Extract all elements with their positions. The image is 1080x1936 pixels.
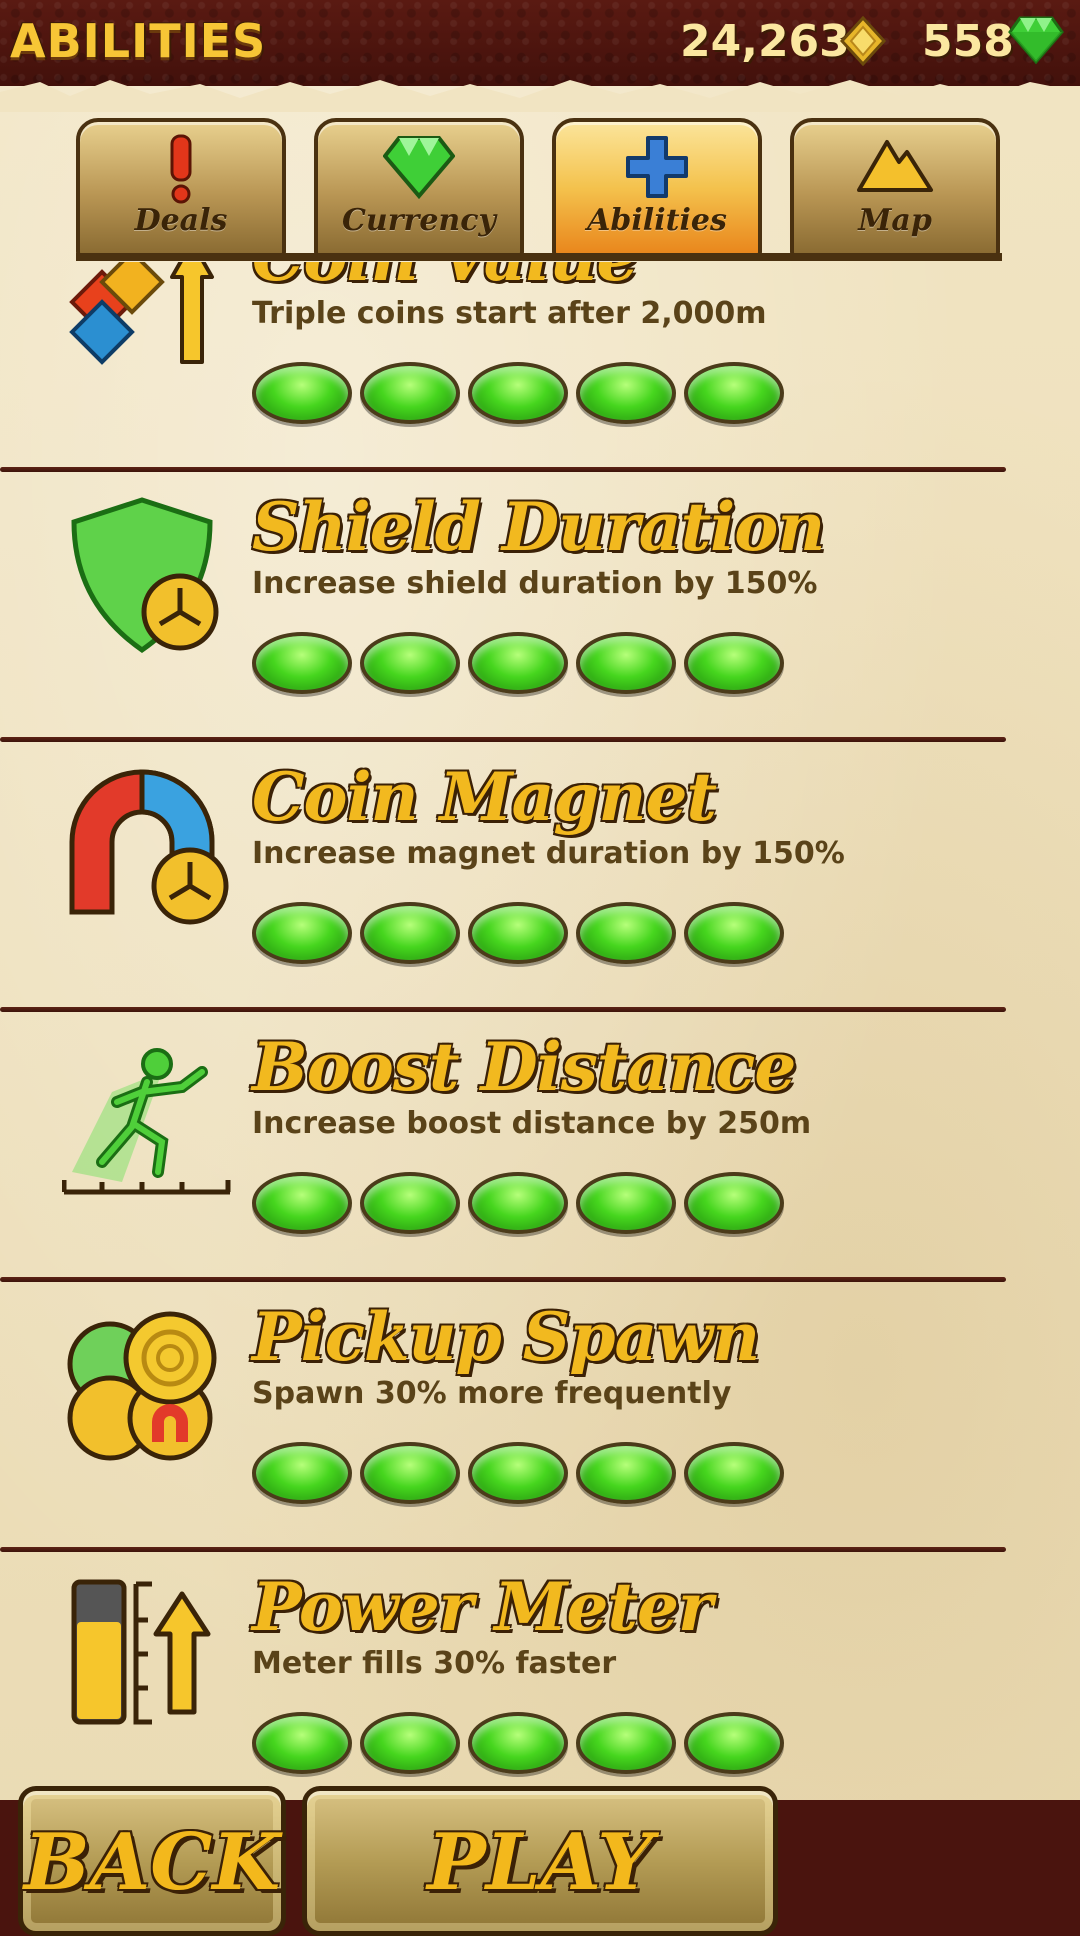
torn-edge [0, 80, 1080, 112]
gold-coin-icon [840, 16, 886, 66]
ability-row-pickup-spawn[interactable]: Pickup Spawn Spawn 30% more frequently [0, 1282, 1080, 1552]
level-pip [684, 1172, 784, 1234]
level-pip [468, 1172, 568, 1234]
ability-row-shield-duration[interactable]: Shield Duration Increase shield duration… [0, 472, 1080, 742]
level-pip [684, 362, 784, 424]
running-man-icon [62, 1048, 231, 1195]
level-pip [576, 362, 676, 424]
tab-map[interactable]: Map [790, 118, 1000, 258]
abilities-list[interactable]: Coin Value Triple coins start after 2,00… [0, 262, 1080, 1792]
level-pip [468, 362, 568, 424]
level-pip [576, 902, 676, 964]
ability-title: Pickup Spawn [252, 1298, 760, 1376]
gem-icon [383, 136, 455, 200]
level-pip [576, 1172, 676, 1234]
level-pip [360, 362, 460, 424]
level-pip [684, 1712, 784, 1774]
gem-count: 558 [922, 15, 1014, 67]
tab-underline [76, 253, 1002, 261]
ability-row-coin-value[interactable]: Coin Value Triple coins start after 2,00… [0, 262, 1080, 472]
level-pip [252, 1712, 352, 1774]
level-pip [468, 902, 568, 964]
green-gem-icon [1008, 16, 1064, 64]
play-button[interactable]: PLAY [302, 1786, 778, 1936]
level-pip [576, 1712, 676, 1774]
ability-title: Power Meter [252, 1568, 713, 1646]
ability-title: Coin Value [252, 262, 639, 296]
play-button-label: PLAY [427, 1817, 653, 1908]
exclamation-icon [170, 134, 192, 204]
level-pip [252, 1172, 352, 1234]
tab-bar: Deals Currency Abilities Map [76, 118, 1002, 260]
ability-description: Spawn 30% more frequently [252, 1376, 732, 1411]
magnet-timer-icon [69, 769, 229, 925]
tab-currency[interactable]: Currency [314, 118, 524, 258]
upgrade-pips [252, 632, 784, 696]
upgrade-pips [252, 902, 784, 966]
level-pip [468, 1442, 568, 1504]
pickup-coins-icon [67, 1311, 217, 1461]
level-pip [576, 632, 676, 694]
ability-row-power-meter[interactable]: Power Meter Meter fills 30% faster [0, 1552, 1080, 1792]
power-meter-icon [71, 1579, 211, 1725]
ability-description: Increase boost distance by 250m [252, 1106, 812, 1141]
shield-timer-icon [71, 497, 219, 654]
level-pip [468, 632, 568, 694]
level-pip [360, 632, 460, 694]
ability-description: Triple coins start after 2,000m [252, 296, 767, 331]
level-pip [576, 1442, 676, 1504]
level-pip [252, 632, 352, 694]
coin-count: 24,263 [680, 15, 850, 67]
ability-title: Boost Distance [252, 1028, 796, 1106]
level-pip [468, 1712, 568, 1774]
ability-row-boost-distance[interactable]: Boost Distance Increase boost distance b… [0, 1012, 1080, 1282]
ability-title: Coin Magnet [252, 758, 717, 836]
ability-row-coin-magnet[interactable]: Coin Magnet Increase magnet duration by … [0, 742, 1080, 1012]
plus-icon [626, 136, 688, 198]
page-title: ABILITIES [10, 14, 267, 68]
tab-abilities[interactable]: Abilities [552, 118, 762, 258]
tab-abilities-label: Abilities [587, 203, 727, 238]
level-pip [360, 1712, 460, 1774]
level-pip [360, 902, 460, 964]
upgrade-pips [252, 362, 784, 426]
level-pip [360, 1172, 460, 1234]
ability-title: Shield Duration [252, 488, 825, 566]
level-pip [684, 1442, 784, 1504]
mountain-icon [857, 140, 933, 192]
tab-deals-label: Deals [134, 203, 228, 238]
level-pip [252, 902, 352, 964]
upgrade-pips [252, 1442, 784, 1506]
back-button[interactable]: BACK [18, 1786, 286, 1936]
level-pip [684, 902, 784, 964]
level-pip [252, 362, 352, 424]
level-pip [360, 1442, 460, 1504]
back-button-label: BACK [23, 1817, 281, 1908]
tab-deals[interactable]: Deals [76, 118, 286, 258]
ability-description: Increase magnet duration by 150% [252, 836, 845, 871]
level-pip [684, 632, 784, 694]
coin-value-icon [69, 262, 214, 365]
ability-description: Meter fills 30% faster [252, 1646, 617, 1681]
upgrade-pips [252, 1712, 784, 1776]
level-pip [252, 1442, 352, 1504]
upgrade-pips [252, 1172, 784, 1236]
tab-map-label: Map [858, 203, 932, 238]
ability-description: Increase shield duration by 150% [252, 566, 818, 601]
tab-currency-label: Currency [342, 203, 496, 238]
